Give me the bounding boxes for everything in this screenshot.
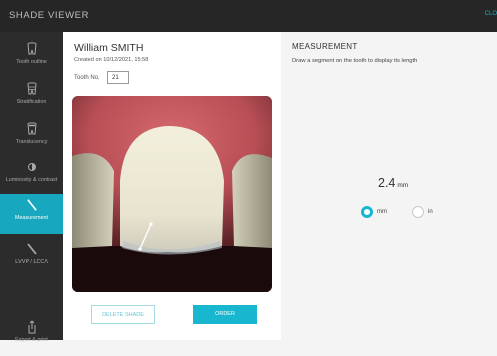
sidebar-item-label: Translucency [15,139,48,145]
measurement-instructions: Draw a segment on the tooth to display i… [292,58,418,64]
stratification-icon [26,82,37,95]
tooth-number-field[interactable]: 21 [107,71,129,84]
sidebar-item-label: Luminosity & contrast [5,177,58,183]
tooth-photo[interactable] [72,96,272,292]
sidebar-item-label: Export & print [15,337,48,343]
sidebar-item-luminosity[interactable]: Luminosity & contrast [0,156,63,196]
delete-shade-button[interactable]: DELETE SHADE [91,305,155,324]
created-date: Created on 10/12/2021, 15:58 [74,57,149,63]
top-bar: SHADE VIEWER CLO [0,0,497,32]
measurement-title: MEASUREMENT [292,42,358,51]
radio-selected-icon[interactable] [361,206,373,218]
sidebar-item-tooth-outline[interactable]: Tooth outline [0,38,63,78]
luminosity-icon [27,163,36,171]
segment-end-handle[interactable] [149,222,153,226]
radio-label: in [428,209,433,215]
sidebar-item-label: ᒪᐯᐯᑭ / ᒪᑕᑕᐱ [15,259,48,265]
sidebar: Tooth outline Stratification Translucenc… [0,32,63,343]
translucency-icon [26,122,37,135]
tooth-number-label: Tooth No. [74,75,100,81]
measurement-unit: mm [397,182,409,189]
radio-label: mm [377,209,387,215]
measurement-value: 2.4 [378,176,396,190]
sidebar-item-measurement[interactable]: Measurement [0,194,63,234]
order-button[interactable]: ORDER [193,305,257,324]
sidebar-item-label: Measurement [15,215,48,221]
tooth-image[interactable] [72,96,272,292]
shade-panel: William SMITH Created on 10/12/2021, 15:… [63,32,281,340]
close-link[interactable]: CLO [485,11,497,17]
patient-name: William SMITH [74,42,144,54]
tooth-outline-icon [26,42,37,55]
radio-unselected-icon[interactable] [412,206,424,218]
sidebar-item-label: Tooth outline [16,59,47,65]
sidebar-item-stratification[interactable]: Stratification [0,78,63,118]
sidebar-item-translucency[interactable]: Translucency [0,118,63,158]
tools-icon [26,243,37,255]
measurement-panel: MEASUREMENT Draw a segment on the tooth … [281,32,497,340]
app-title: SHADE VIEWER [9,10,90,21]
segment-start-handle[interactable] [138,247,142,251]
sidebar-item-export[interactable]: Export & print [0,316,63,356]
export-icon [28,320,35,334]
sidebar-item-label: Stratification [16,99,47,105]
sidebar-item-tools[interactable]: ᒪᐯᐯᑭ / ᒪᑕᑕᐱ [0,238,63,278]
measurement-icon [26,199,37,211]
measurement-readout: 2.4 mm [378,174,408,192]
